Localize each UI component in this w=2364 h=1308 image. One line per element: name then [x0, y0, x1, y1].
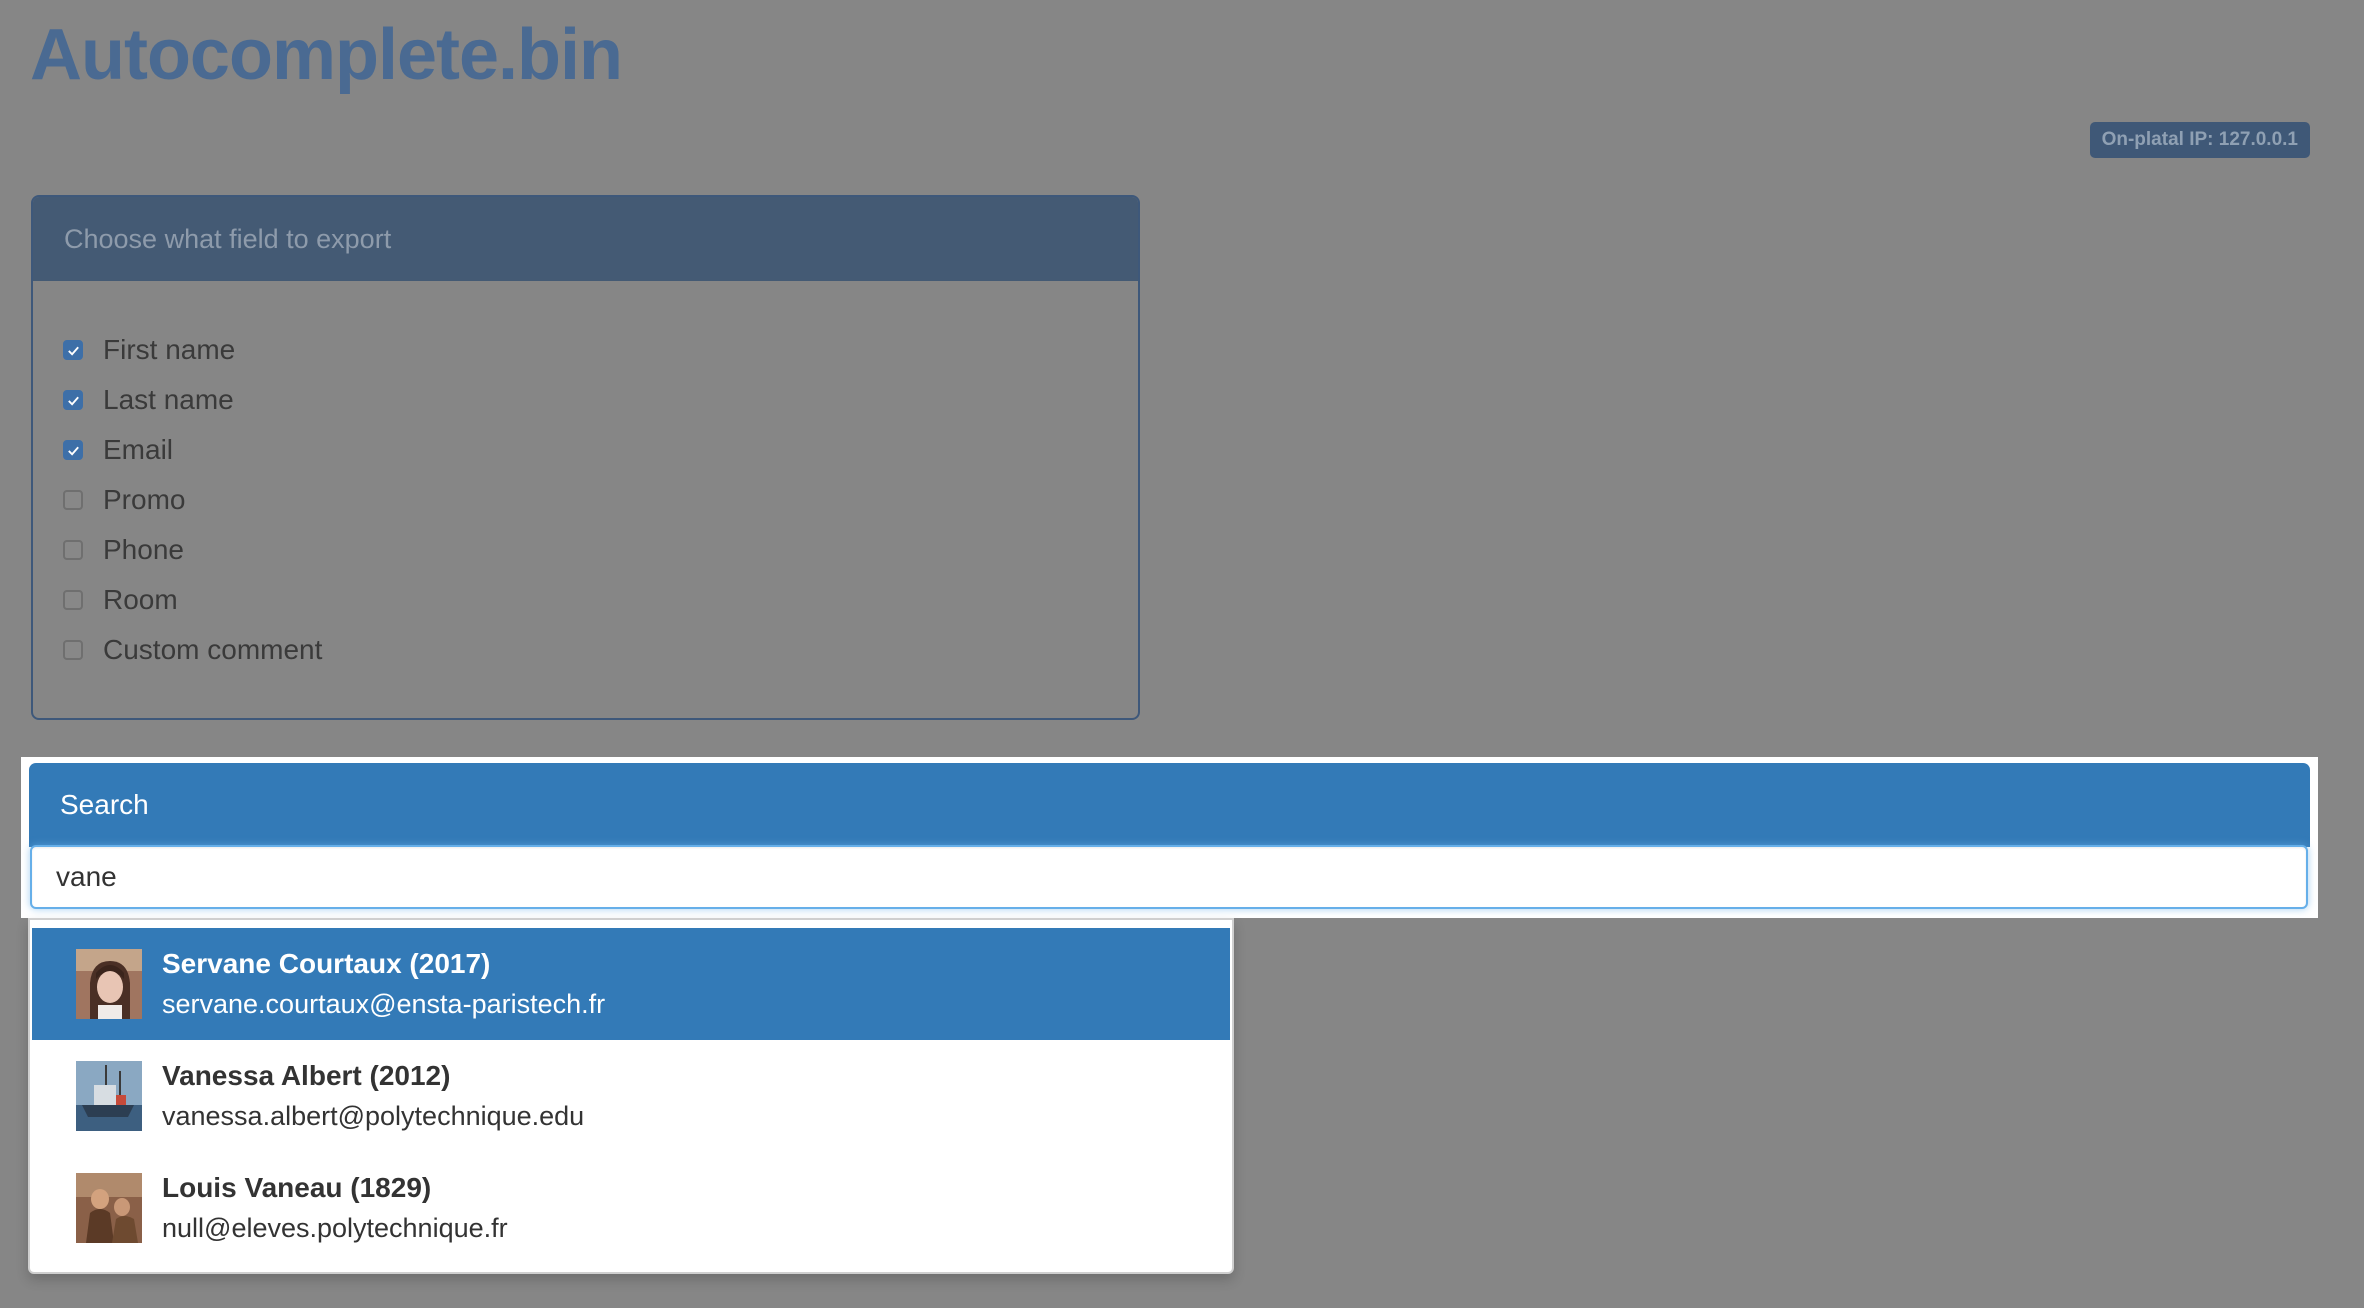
export-field-list: First name Last name Email Promo Phone R…: [33, 281, 1138, 675]
suggestion-name: Louis Vaneau (1829): [162, 1172, 432, 1203]
suggestion-email: vanessa.albert@polytechnique.edu: [162, 1101, 585, 1131]
custom-comment-checkbox[interactable]: [63, 640, 83, 660]
field-option-last-name[interactable]: Last name: [63, 375, 1138, 425]
phone-checkbox[interactable]: [63, 540, 83, 560]
suggestion-item-louis-vaneau[interactable]: Louis Vaneau (1829) null@eleves.polytech…: [32, 1152, 1230, 1264]
room-checkbox[interactable]: [63, 590, 83, 610]
field-option-label: Last name: [103, 384, 234, 415]
field-option-label: Phone: [103, 534, 184, 565]
vanessa-albert-avatar: [76, 1061, 142, 1131]
servane-courtaux-avatar: [76, 949, 142, 1019]
suggestion-item-servane-courtaux[interactable]: Servane Courtaux (2017) servane.courtaux…: [32, 928, 1230, 1040]
export-panel-title: Choose what field to export: [33, 197, 1138, 281]
field-option-email[interactable]: Email: [63, 425, 1138, 475]
field-option-phone[interactable]: Phone: [63, 525, 1138, 575]
search-input[interactable]: [30, 845, 2308, 909]
page-title: Autocomplete.bin: [30, 15, 623, 95]
autocomplete-dropdown: Servane Courtaux (2017) servane.courtaux…: [28, 918, 1234, 1274]
field-option-label: Promo: [103, 484, 186, 515]
field-option-label: First name: [103, 334, 236, 365]
field-option-promo[interactable]: Promo: [63, 475, 1138, 525]
search-panel: Search: [21, 757, 2318, 918]
email-checkbox[interactable]: [63, 440, 83, 460]
field-option-custom-comment[interactable]: Custom comment: [63, 625, 1138, 675]
field-option-first-name[interactable]: First name: [63, 325, 1138, 375]
ip-badge: On-platal IP: 127.0.0.1: [2089, 122, 2310, 158]
export-fields-panel: Choose what field to export First name L…: [31, 195, 1140, 720]
field-option-label: Email: [103, 434, 174, 465]
suggestion-email: servane.courtaux@ensta-paristech.fr: [162, 989, 606, 1019]
first-name-checkbox[interactable]: [63, 340, 83, 360]
suggestion-email: null@eleves.polytechnique.fr: [162, 1213, 508, 1243]
search-panel-title: Search: [29, 763, 2310, 847]
louis-vaneau-avatar: [76, 1173, 142, 1243]
last-name-checkbox[interactable]: [63, 390, 83, 410]
field-option-label: Custom comment: [103, 634, 323, 665]
promo-checkbox[interactable]: [63, 490, 83, 510]
suggestion-name: Vanessa Albert (2012): [162, 1060, 451, 1091]
suggestion-name: Servane Courtaux (2017): [162, 948, 491, 979]
field-option-label: Room: [103, 584, 178, 615]
field-option-room[interactable]: Room: [63, 575, 1138, 625]
suggestion-item-vanessa-albert[interactable]: Vanessa Albert (2012) vanessa.albert@pol…: [32, 1040, 1230, 1152]
